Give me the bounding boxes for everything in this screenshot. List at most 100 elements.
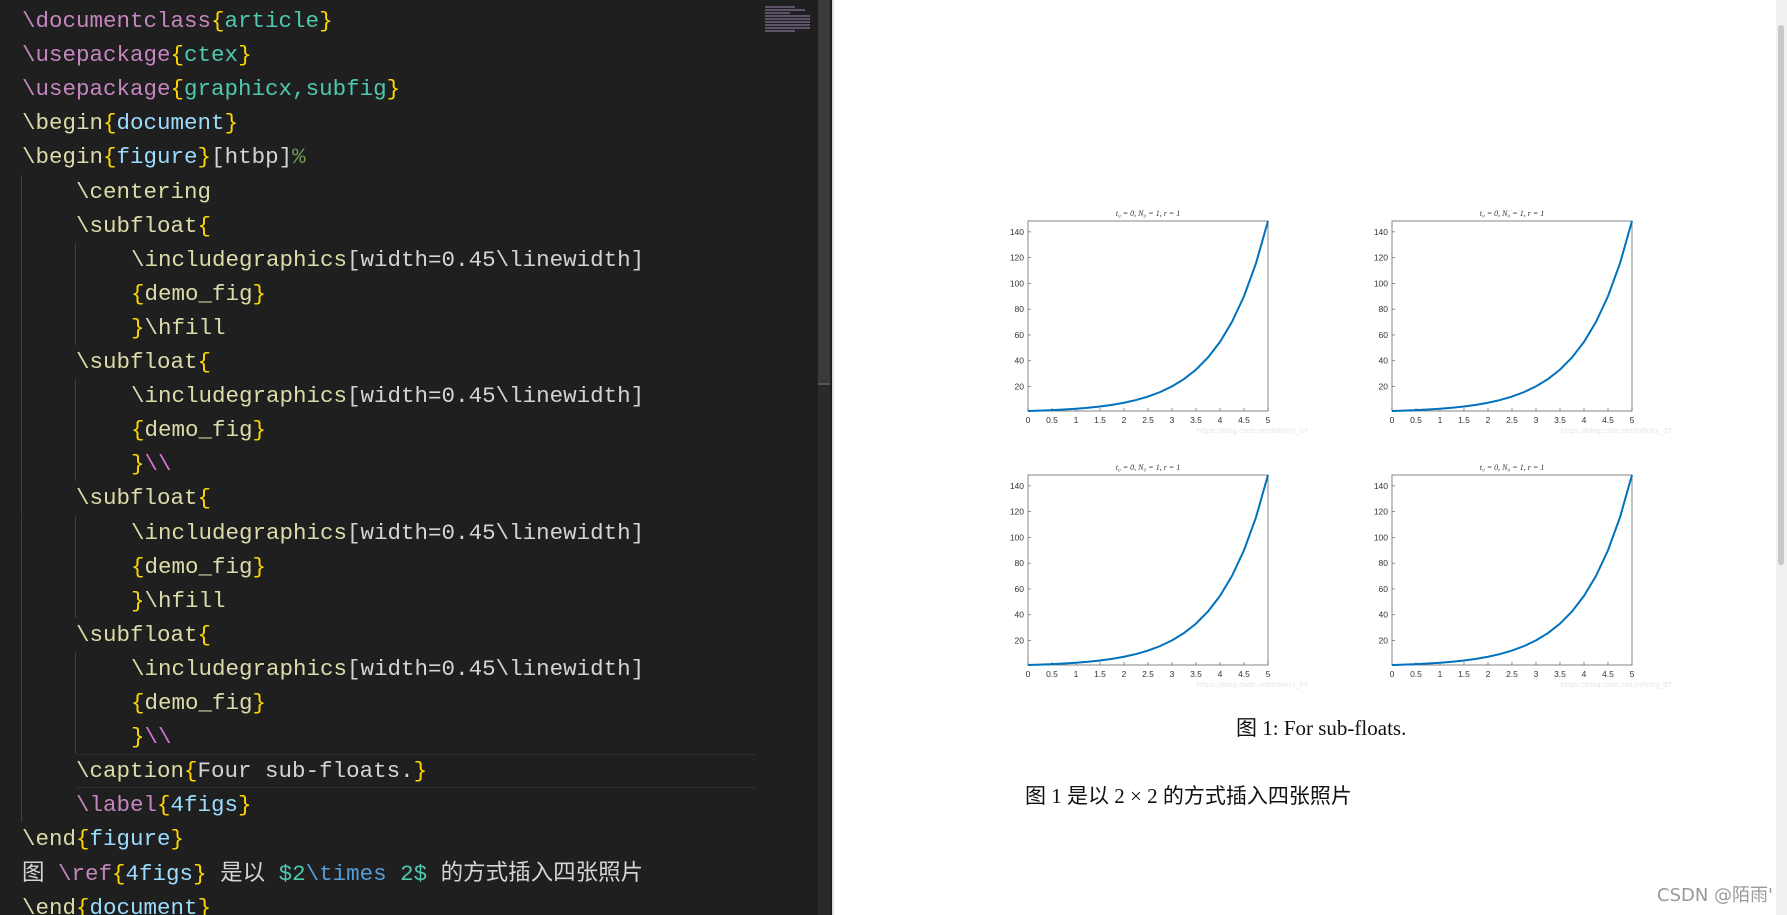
code-line[interactable]: }\\ — [131, 720, 172, 754]
code-line[interactable]: \centering — [76, 175, 211, 209]
code-line[interactable]: \caption{Four sub-floats.} — [76, 754, 427, 788]
code-token: \\ — [144, 451, 172, 478]
code-token: 2$ — [386, 860, 428, 887]
code-line[interactable]: \begin{document} — [22, 106, 238, 140]
indent-guide — [21, 515, 22, 550]
code-line[interactable]: {demo_fig} — [131, 686, 266, 720]
code-line[interactable]: \label{4figs} — [76, 788, 252, 822]
indent-guide — [21, 447, 22, 482]
editor-scrollbar-thumb[interactable] — [818, 0, 830, 385]
code-line[interactable]: \includegraphics[width=0.45\linewidth] — [131, 379, 644, 413]
figure-panel-2: t₀ = 0, N₀ = 1, r = 1 0 0.5 1 1.5 2 2.5 3 3.5 4 4.… — [1374, 209, 1672, 435]
code-token: } — [197, 894, 212, 915]
minimap[interactable] — [765, 5, 815, 60]
indent-guide — [21, 617, 22, 652]
code-token: % — [292, 144, 306, 171]
y-tick-label: 40 — [1015, 356, 1025, 366]
indent-guide — [21, 583, 22, 618]
code-token: } — [197, 144, 212, 171]
axes-box — [1391, 220, 1633, 412]
code-token: { — [131, 553, 145, 580]
code-token: graphicx,subfig — [184, 76, 387, 103]
code-token: 是以 — [206, 860, 279, 887]
x-tick-label: 1 — [1438, 669, 1443, 679]
axes-box — [1027, 220, 1269, 412]
code-line[interactable]: \subfloat{ — [76, 618, 211, 652]
code-token: \subfloat — [76, 485, 198, 512]
indent-guide — [21, 174, 22, 209]
x-tick-label: 0.5 — [1046, 415, 1058, 425]
code-token: { — [103, 110, 117, 137]
code-line[interactable]: \end{figure} — [22, 822, 184, 856]
code-line[interactable]: \subfloat{ — [76, 481, 211, 515]
code-token: figure — [116, 144, 198, 171]
x-tick-label: 2.5 — [1506, 669, 1518, 679]
x-tick-label: 4.5 — [1238, 669, 1250, 679]
x-tick-label: 3 — [1170, 415, 1175, 425]
x-tick-label: 4.5 — [1602, 669, 1614, 679]
chart-title: t₀ = 0, N₀ = 1, r = 1 — [1480, 209, 1544, 218]
code-token: 4figs — [125, 860, 194, 887]
x-tick-label: 2 — [1486, 669, 1491, 679]
code-token: { — [76, 894, 90, 915]
code-token: \usepackage — [22, 42, 171, 69]
x-tick-label: 0.5 — [1410, 669, 1422, 679]
code-token: } — [131, 724, 145, 751]
code-token: document — [116, 110, 225, 137]
code-token: 4figs — [170, 792, 239, 819]
y-tick-label: 140 — [1010, 481, 1024, 491]
code-token: \begin — [22, 144, 104, 171]
code-token: } — [252, 417, 267, 444]
code-token: ctex — [184, 42, 239, 69]
code-line[interactable]: {demo_fig} — [131, 550, 266, 584]
x-tick-label: 4 — [1582, 669, 1587, 679]
code-token: \subfloat — [76, 212, 198, 239]
indent-guide — [21, 310, 22, 345]
code-line[interactable]: }\\ — [131, 447, 172, 481]
code-line[interactable]: \subfloat{ — [76, 209, 211, 243]
code-token: \subfloat — [76, 349, 198, 375]
pdf-scrollbar-thumb[interactable] — [1778, 25, 1784, 565]
code-line[interactable]: 图 \ref{4figs} 是以 $2\times 2$ 的方式插入四张照片 — [22, 857, 643, 891]
code-line[interactable]: \includegraphics[width=0.45\linewidth] — [131, 652, 644, 686]
code-line[interactable]: \includegraphics[width=0.45\linewidth] — [131, 516, 644, 550]
code-token: \ref — [58, 860, 113, 887]
code-token: { — [197, 621, 212, 648]
y-tick-label: 120 — [1374, 253, 1388, 263]
code-line[interactable]: {demo_fig} — [131, 277, 266, 311]
x-tick-label: 5 — [1266, 415, 1271, 425]
code-line[interactable]: \includegraphics[width=0.45\linewidth] — [131, 243, 644, 277]
code-token: 的方式插入四张照片 — [427, 860, 644, 887]
indent-guide — [21, 686, 22, 720]
code-token: { — [197, 349, 212, 375]
y-tick-label: 20 — [1015, 382, 1025, 392]
code-line[interactable]: \usepackage{graphicx,subfig} — [22, 72, 400, 106]
x-tick-label: 3.5 — [1190, 415, 1202, 425]
code-line[interactable]: }\hfill — [131, 584, 226, 618]
x-tick-label: 0.5 — [1046, 669, 1058, 679]
code-token: { — [170, 76, 185, 103]
x-tick-label: 0 — [1390, 669, 1395, 679]
x-tick-label: 5 — [1266, 669, 1271, 679]
code-token: [width=0.45\linewidth] — [347, 246, 645, 273]
code-line[interactable]: \begin{figure}[htbp]% — [22, 140, 306, 174]
code-line[interactable]: \usepackage{ctex} — [22, 38, 252, 72]
x-tick-label: 0 — [1026, 669, 1031, 679]
indent-guide — [21, 651, 22, 686]
code-editor[interactable]: \documentclass{article} \usepackage{ctex}… — [0, 0, 832, 915]
indent-guide — [75, 310, 76, 345]
code-token: \end — [22, 894, 77, 915]
code-token: \label — [76, 792, 158, 819]
code-line[interactable]: \end{document} — [22, 891, 211, 915]
code-token: \usepackage — [22, 76, 171, 103]
code-token: \end — [22, 826, 77, 853]
code-line[interactable]: \documentclass{article} — [22, 4, 333, 38]
indent-guide — [75, 447, 76, 482]
code-line[interactable]: }\hfill — [131, 311, 226, 345]
code-token: \includegraphics — [131, 246, 348, 273]
y-tick-label: 60 — [1015, 584, 1025, 594]
code-line[interactable]: {demo_fig} — [131, 413, 266, 447]
code-line[interactable]: \subfloat{ — [76, 345, 211, 379]
code-token: \begin — [22, 110, 104, 137]
x-tick-label: 5 — [1630, 669, 1635, 679]
